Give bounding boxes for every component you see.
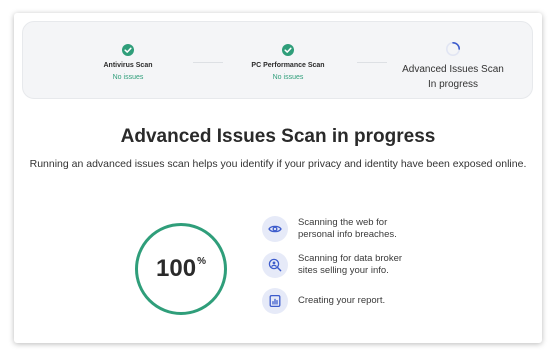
step-title: Antivirus Scan (103, 62, 153, 69)
report-chart-icon (262, 288, 288, 314)
step-connector (357, 62, 387, 63)
scan-item-line: Scanning the web for (298, 217, 388, 228)
scan-item-line: sites selling your info. (298, 265, 389, 276)
scan-stepper: Antivirus Scan No issues PC Performance … (22, 21, 533, 99)
step-pc-performance-scan: PC Performance Scan No issues (223, 22, 353, 100)
progress-unit: % (197, 256, 206, 267)
step-title: PC Performance Scan (251, 62, 325, 69)
scan-item-text: Scanning for data broker sites selling y… (298, 253, 428, 277)
scan-item-line: personal info breaches. (298, 229, 397, 240)
step-status: No issues (112, 74, 144, 81)
check-icon (282, 44, 294, 56)
scan-item-text: Scanning the web for personal info breac… (298, 217, 428, 241)
step-title: Advanced Issues Scan (402, 64, 504, 75)
progress-percentage: 100% (138, 255, 224, 283)
search-person-icon (262, 252, 288, 278)
scan-window: Antivirus Scan No issues PC Performance … (14, 13, 542, 343)
scan-item-line: Scanning for data broker (298, 253, 403, 264)
step-status: No issues (272, 74, 304, 81)
scan-item-text: Creating your report. (298, 295, 428, 307)
spinner-icon (445, 41, 461, 57)
step-antivirus-scan: Antivirus Scan No issues (63, 22, 193, 100)
progress-ring: 100% (135, 223, 227, 315)
page-title: Advanced Issues Scan in progress (120, 126, 436, 147)
scan-item-line: Creating your report. (298, 295, 386, 306)
check-icon (122, 44, 134, 56)
step-connector (193, 62, 223, 63)
progress-value: 100 (156, 255, 197, 282)
step-advanced-issues-scan: Advanced Issues Scan In progress (388, 22, 518, 100)
eye-icon (262, 216, 288, 242)
page-description: Running an advanced issues scan helps yo… (29, 158, 527, 170)
step-status: In progress (427, 79, 479, 90)
